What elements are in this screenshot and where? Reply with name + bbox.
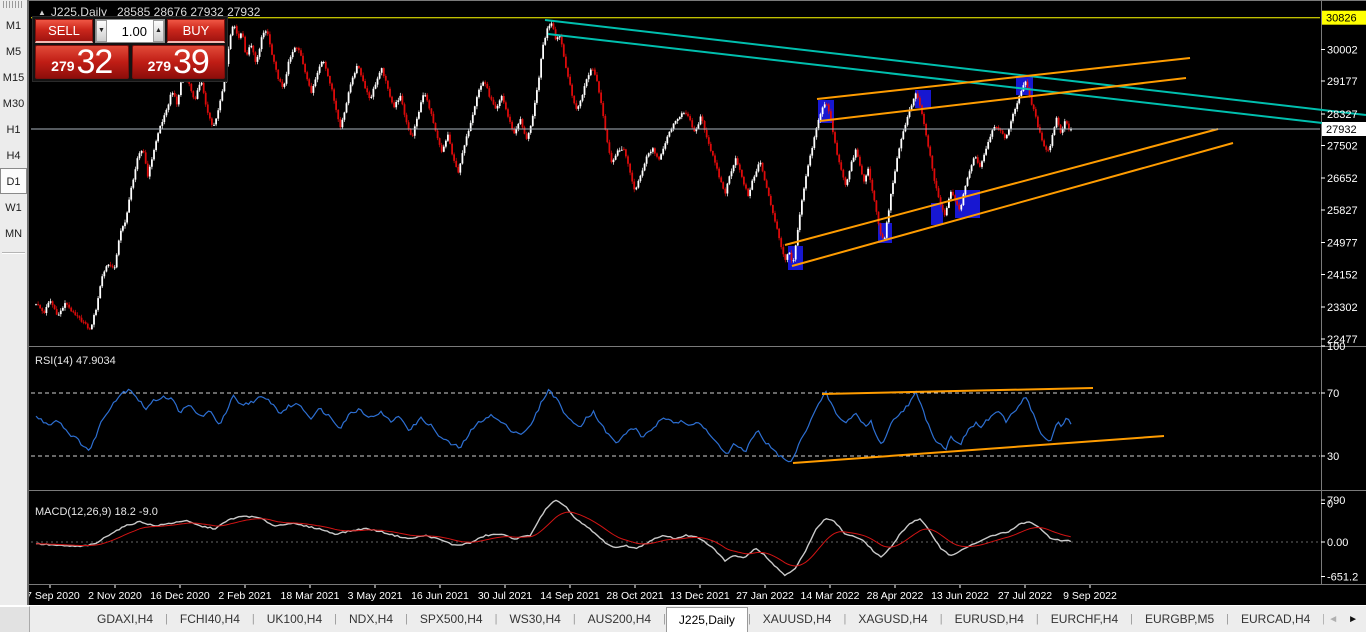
tab-gdaxi-h4[interactable]: GDAXI,H4 <box>85 607 165 632</box>
supply-demand-zone <box>915 90 931 108</box>
macd-legend: MACD(12,26,9) 18.2 -9.0 <box>35 506 158 518</box>
tab-bar-stub[interactable] <box>0 606 30 632</box>
svg-text:13 Dec 2021: 13 Dec 2021 <box>670 590 730 602</box>
toolbar-grip-handle[interactable] <box>3 1 24 8</box>
svg-text:25827: 25827 <box>1327 205 1358 217</box>
tab-uk100-h4[interactable]: UK100,H4 <box>255 607 334 632</box>
svg-text:27932: 27932 <box>1326 124 1357 136</box>
svg-text:70: 70 <box>1327 388 1339 400</box>
timeframe-button-h1[interactable]: H1 <box>0 116 27 142</box>
tab-ndx-h4[interactable]: NDX,H4 <box>337 607 405 632</box>
svg-text:24977: 24977 <box>1327 238 1358 250</box>
svg-text:28327: 28327 <box>1327 109 1358 121</box>
timeframe-button-m1[interactable]: M1 <box>0 12 27 38</box>
rsi-legend: RSI(14) 47.9034 <box>35 355 116 367</box>
tab-fchi40-h4[interactable]: FCHI40,H4 <box>168 607 252 632</box>
svg-text:28 Oct 2021: 28 Oct 2021 <box>606 590 663 602</box>
svg-text:30: 30 <box>1327 451 1339 463</box>
tab-aus200-h4[interactable]: AUS200,H4 <box>576 607 663 632</box>
mt4-window: RSI(14) 47.9034 MACD(12,26,9) 18.2 -9.0 30… <box>0 0 1366 632</box>
svg-text:2 Feb 2021: 2 Feb 2021 <box>218 590 271 602</box>
volume-input[interactable] <box>107 20 153 42</box>
svg-text:26652: 26652 <box>1327 173 1358 185</box>
buy-price-panel[interactable]: 279 39 <box>131 43 225 82</box>
svg-text:16 Dec 2020: 16 Dec 2020 <box>150 590 210 602</box>
svg-text:23302: 23302 <box>1327 302 1358 314</box>
svg-text:13 Jun 2022: 13 Jun 2022 <box>931 590 989 602</box>
tab-j225-daily[interactable]: J225,Daily <box>665 606 748 632</box>
svg-text:18 Mar 2021: 18 Mar 2021 <box>281 590 340 602</box>
tab-eurusd-h4[interactable]: EURUSD,H4 <box>943 607 1036 632</box>
timeframe-button-w1[interactable]: W1 <box>0 194 27 220</box>
svg-text:100: 100 <box>1327 341 1345 353</box>
sell-price-major: 279 <box>51 58 75 74</box>
chart-tab-bar: GDAXI,H4 | FCHI40,H4 | UK100,H4 | NDX,H4 | SPX50… <box>0 605 1366 632</box>
svg-text:16 Jun 2021: 16 Jun 2021 <box>411 590 469 602</box>
svg-text:2 Nov 2020: 2 Nov 2020 <box>88 590 142 602</box>
svg-text:0.00: 0.00 <box>1327 537 1348 549</box>
svg-text:29177: 29177 <box>1327 76 1358 88</box>
svg-text:3 May 2021: 3 May 2021 <box>348 590 403 602</box>
tab-eurcad-h4[interactable]: EURCAD,H4 <box>1229 607 1322 632</box>
timeframe-button-d1[interactable]: D1 <box>0 168 27 194</box>
svg-text:14 Mar 2022: 14 Mar 2022 <box>801 590 860 602</box>
timeframe-toolbar: M1 M5 M15 M30 H1 H4 D1 W1 MN <box>0 0 29 605</box>
tab-xagusd-h4[interactable]: XAGUSD,H4 <box>846 607 939 632</box>
buy-price-pips: 39 <box>173 43 210 82</box>
volume-stepper: ▼ ▲ <box>95 19 165 43</box>
tab-ws30-h4[interactable]: WS30,H4 <box>497 607 572 632</box>
svg-text:27 Jan 2022: 27 Jan 2022 <box>736 590 794 602</box>
timeframe-button-mn[interactable]: MN <box>0 220 27 246</box>
chart-canvas[interactable]: RSI(14) 47.9034 MACD(12,26,9) 18.2 -9.0 30… <box>0 0 1366 605</box>
timeframe-button-m30[interactable]: M30 <box>0 90 27 116</box>
svg-text:17 Sep 2020: 17 Sep 2020 <box>20 590 80 602</box>
svg-text:28 Apr 2022: 28 Apr 2022 <box>867 590 924 602</box>
svg-text:9 Sep 2022: 9 Sep 2022 <box>1063 590 1117 602</box>
tab-eurgbp-m5[interactable]: EURGBP,M5 <box>1133 607 1226 632</box>
volume-decrease-icon[interactable]: ▼ <box>96 20 108 42</box>
svg-text:30 Jul 2021: 30 Jul 2021 <box>478 590 532 602</box>
svg-text:30826: 30826 <box>1326 13 1357 25</box>
svg-text:30002: 30002 <box>1327 44 1358 56</box>
sell-price-pips: 32 <box>76 43 114 82</box>
buy-button[interactable]: BUY <box>167 19 225 43</box>
tabs-scroll-right-icon[interactable]: ► <box>1348 614 1358 625</box>
buy-price-major: 279 <box>147 58 172 74</box>
sell-button[interactable]: SELL <box>35 19 93 43</box>
sell-price-panel[interactable]: 279 32 <box>35 45 129 79</box>
svg-text:27502: 27502 <box>1327 141 1358 153</box>
svg-text:27 Jul 2022: 27 Jul 2022 <box>998 590 1052 602</box>
timeframe-button-m15[interactable]: M15 <box>0 64 27 90</box>
one-click-trading-widget: SELL ▼ ▲ BUY 279 32 279 39 <box>32 16 228 82</box>
svg-text:790: 790 <box>1327 495 1345 507</box>
tab-spx500-h4[interactable]: SPX500,H4 <box>408 607 495 632</box>
toolbar-separator <box>2 252 25 254</box>
tabs-scroll-left-icon[interactable]: ◄ <box>1328 614 1338 625</box>
svg-text:14 Sep 2021: 14 Sep 2021 <box>540 590 600 602</box>
volume-increase-icon[interactable]: ▲ <box>152 20 164 42</box>
svg-text:24152: 24152 <box>1327 269 1358 281</box>
timeframe-button-h4[interactable]: H4 <box>0 142 27 168</box>
tab-xauusd-h4[interactable]: XAUUSD,H4 <box>751 607 844 632</box>
tab-eurchf-h4[interactable]: EURCHF,H4 <box>1039 607 1130 632</box>
svg-text:-651.2: -651.2 <box>1327 572 1358 584</box>
timeframe-button-m5[interactable]: M5 <box>0 38 27 64</box>
